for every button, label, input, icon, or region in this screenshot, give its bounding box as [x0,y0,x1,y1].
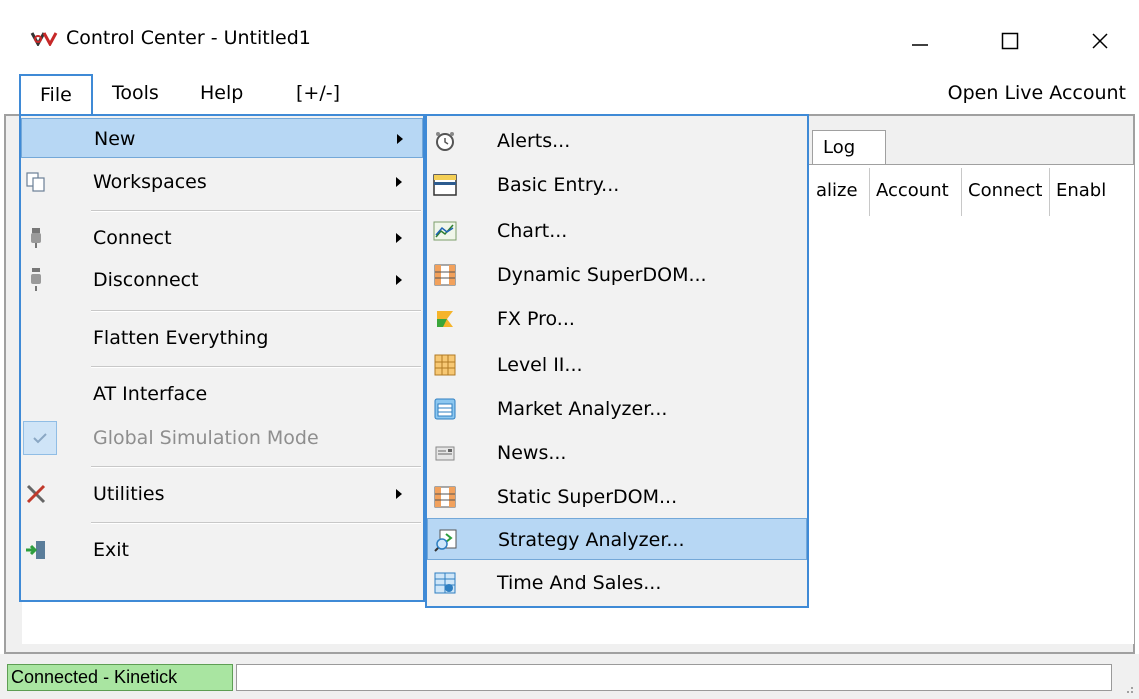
window-title: Control Center - Untitled1 [66,27,311,49]
new-menu-level-ii[interactable]: Level II... [427,344,807,386]
menu-item-label: Global Simulation Mode [93,427,319,449]
file-menu-connect[interactable]: Connect [21,218,423,258]
new-menu-fx-pro[interactable]: FX Pro... [427,298,807,340]
new-menu-chart[interactable]: Chart... [427,210,807,252]
file-menu-global-simulation-mode: Global Simulation Mode [21,418,423,458]
submenu-arrow-icon [396,177,402,187]
chart-icon [433,221,457,241]
menu-item-label: FX Pro... [497,308,575,330]
menu-help[interactable]: Help [200,74,243,112]
menu-item-label: Flatten Everything [93,327,269,349]
title-bar: Control Center - Untitled1 [0,0,1139,80]
menu-file[interactable]: File [19,74,93,118]
time-and-sales-icon [434,572,456,594]
new-menu-dynamic-superdom[interactable]: Dynamic SuperDOM... [427,254,807,296]
new-submenu: Alerts... Basic Entry... Chart... Dynami… [425,114,809,608]
tab-log[interactable]: Log [812,130,886,166]
file-menu-utilities[interactable]: Utilities [21,474,423,514]
new-menu-news[interactable]: News... [427,432,807,474]
connect-plug-icon [31,228,41,248]
file-menu-exit[interactable]: Exit [21,530,423,570]
disconnect-plug-icon [31,268,41,291]
workspaces-icon [26,172,45,192]
status-panel [236,664,1112,691]
close-icon [1092,33,1108,49]
file-menu-workspaces[interactable]: Workspaces [21,162,423,202]
menu-item-label: Static SuperDOM... [497,486,678,508]
exit-door-icon [26,541,45,559]
static-superdom-icon [434,486,456,508]
menu-separator [91,466,421,468]
file-menu-flatten-everything[interactable]: Flatten Everything [21,318,423,358]
file-menu-new[interactable]: New [21,118,423,158]
new-menu-basic-entry[interactable]: Basic Entry... [427,164,807,206]
menu-item-label: Disconnect [93,269,199,291]
column-header-enabled[interactable]: Enabl [1050,168,1134,216]
submenu-arrow-icon [397,134,403,144]
level-two-grid-icon [434,354,456,376]
menu-item-label: Market Analyzer... [497,398,668,420]
minimize-icon [912,44,928,46]
submenu-arrow-icon [396,233,402,243]
menu-item-label: Basic Entry... [497,174,620,196]
menu-item-label: Exit [93,539,129,561]
superdom-grid-icon [434,264,456,286]
menu-separator [91,522,421,524]
menu-item-label: Alerts... [497,130,571,152]
file-menu: New Workspaces Connect Disconnect Flatte… [19,114,425,602]
menu-bar: File Tools Help [+/-] Open Live Account [0,70,1139,118]
checkmark-icon [33,433,47,444]
new-menu-market-analyzer[interactable]: Market Analyzer... [427,388,807,430]
new-menu-alerts[interactable]: Alerts... [427,120,807,162]
column-header-realize[interactable]: alize [816,168,870,216]
menu-item-label: Workspaces [93,171,207,193]
status-bar: Connected - Kinetick [0,654,1139,699]
menu-separator [91,210,421,212]
menu-tools[interactable]: Tools [112,74,159,112]
news-icon [435,446,455,461]
minimize-button[interactable] [890,14,950,68]
submenu-arrow-icon [396,275,402,285]
open-live-account-link[interactable]: Open Live Account [948,74,1126,112]
file-menu-at-interface[interactable]: AT Interface [21,374,423,414]
alarm-clock-icon [436,132,454,151]
maximize-icon [1001,32,1019,50]
menu-item-label: Dynamic SuperDOM... [497,264,707,286]
column-header-account[interactable]: Account [870,168,962,216]
basic-entry-window-icon [433,174,457,196]
resize-grip-icon[interactable] [1121,681,1135,695]
menu-item-label: New [94,128,136,150]
menu-item-label: News... [497,442,567,464]
menu-item-label: Level II... [497,354,583,376]
file-menu-disconnect[interactable]: Disconnect [21,260,423,300]
connection-status: Connected - Kinetick [7,664,233,691]
new-menu-strategy-analyzer[interactable]: Strategy Analyzer... [427,518,807,560]
menu-item-label: Utilities [93,483,165,505]
menu-item-label: Connect [93,227,172,249]
app-logo-icon [30,32,58,46]
menu-item-label: AT Interface [93,383,208,405]
close-button[interactable] [1070,14,1130,68]
menu-toggle[interactable]: [+/-] [296,74,340,112]
column-header-connect[interactable]: Connect [962,168,1050,216]
menu-item-label: Strategy Analyzer... [498,529,685,551]
menu-separator [91,366,421,368]
submenu-arrow-icon [396,489,402,499]
utilities-tools-icon [26,484,46,504]
market-analyzer-icon [434,398,456,420]
strategy-analyzer-icon [434,529,457,552]
maximize-button[interactable] [980,14,1040,68]
checkmark-box [23,421,57,455]
new-menu-static-superdom[interactable]: Static SuperDOM... [427,476,807,518]
menu-separator [91,310,421,312]
new-menu-time-and-sales[interactable]: Time And Sales... [427,562,807,604]
fx-pro-icon [437,311,453,327]
menu-item-label: Time And Sales... [497,572,662,594]
menu-item-label: Chart... [497,220,568,242]
